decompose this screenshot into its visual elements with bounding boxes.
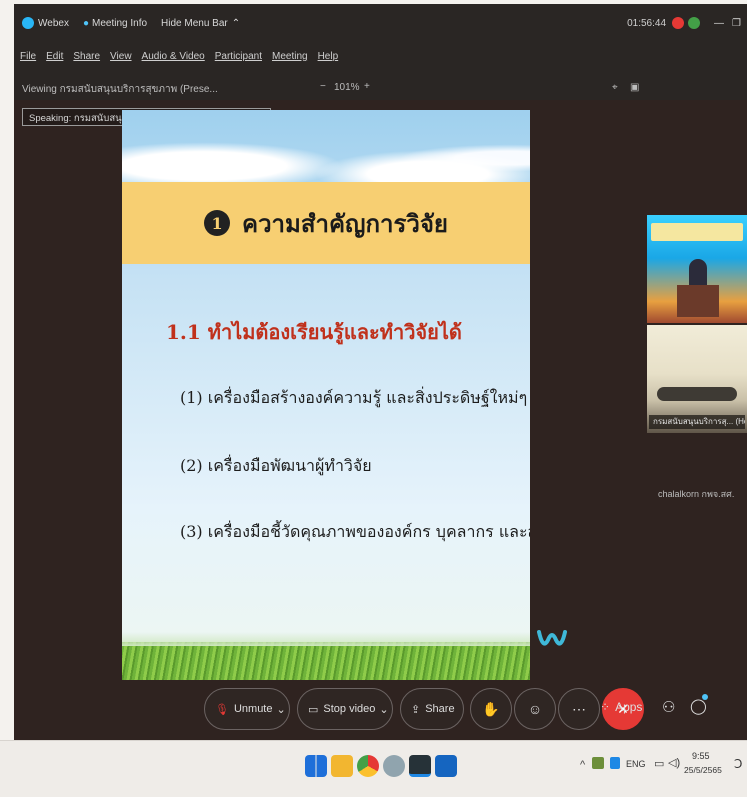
hide-menu-bar-button[interactable]: Hide Menu Bar ⌃	[161, 18, 240, 29]
apps-icon: ⁘	[600, 700, 611, 714]
menu-participant[interactable]: Participant	[215, 51, 262, 62]
menu-edit[interactable]: Edit	[46, 51, 63, 62]
menu-file[interactable]: File	[20, 51, 36, 62]
slide-point-3: (3) เครื่องมือชี้วัดคุณภาพขององค์กร บุคล…	[180, 522, 530, 541]
chat-button[interactable]: ◯	[690, 694, 708, 715]
chevron-up-icon: ⌃	[231, 17, 241, 29]
minimize-icon[interactable]: —	[714, 18, 724, 29]
unmute-label: Unmute	[233, 703, 273, 715]
stop-video-label: Stop video	[323, 703, 376, 715]
connection-icon	[688, 17, 701, 29]
restore-icon[interactable]: ❐	[732, 18, 741, 29]
windows-start-icon[interactable]	[305, 755, 327, 777]
reactions-button[interactable]: ✋	[470, 688, 512, 730]
smile-icon: ☺	[527, 701, 543, 717]
windows-taskbar: ^ ENG ▭ ◁) 9:55 25/5/2565 Ↄ	[0, 740, 747, 797]
participant-name-3: chalalkorn กพจ.สศ.	[658, 489, 735, 499]
zoom-out-button[interactable]: −	[320, 81, 326, 92]
webex-app[interactable]: Webex	[22, 17, 69, 29]
participant-name-2-label: กรมสนับสนุนบริการสุ... (Host)	[653, 417, 745, 426]
webex-watermark-icon	[537, 630, 567, 646]
microphone-muted-icon: 🎙	[215, 703, 229, 716]
notifications-icon[interactable]: Ↄ	[734, 757, 742, 771]
person-icon: ⚇	[662, 699, 676, 716]
participant-video-2[interactable]: กรมสนับสนุนบริการสุ... (Host)	[647, 325, 747, 433]
chevron-up-icon[interactable]: ^	[580, 759, 585, 771]
chevron-down-icon: ⌄	[276, 703, 286, 716]
share-button[interactable]: ⇪ Share	[400, 688, 464, 730]
volume-icon[interactable]: ◁)	[668, 756, 680, 769]
input-language[interactable]: ENG	[626, 759, 646, 769]
meeting-controls: 🎙 Unmute ⌄ ▭ Stop video ⌄ ⇪ Share ✋ ☺ ⋯ …	[14, 688, 747, 740]
grass-decoration	[122, 632, 530, 680]
hand-icon: ✋	[482, 700, 500, 717]
camera-icon: ▭	[308, 703, 319, 716]
webex-logo-icon	[22, 17, 34, 29]
notification-dot-icon	[702, 694, 708, 700]
unmute-button[interactable]: 🎙 Unmute ⌄	[204, 688, 290, 730]
zoom-in-button[interactable]: +	[364, 81, 370, 92]
title-bar: Webex ● Meeting Info Hide Menu Bar ⌃ 01:…	[14, 4, 747, 42]
layout-grid-icon[interactable]: ▣	[630, 82, 639, 93]
app-name: Webex	[38, 17, 69, 29]
clock-date[interactable]: 25/5/2565	[684, 765, 722, 775]
hide-menu-bar-label: Hide Menu Bar	[161, 17, 228, 29]
outlook-icon[interactable]	[435, 755, 457, 777]
meeting-timer: 01:56:44	[627, 17, 667, 29]
chat-icon: ◯	[690, 698, 707, 715]
menu-share[interactable]: Share	[73, 51, 100, 62]
menu-view[interactable]: View	[110, 51, 132, 62]
chrome-icon[interactable]	[357, 755, 379, 777]
meeting-info-button[interactable]: ● Meeting Info	[83, 18, 147, 29]
podium	[677, 285, 719, 317]
video-banner	[651, 223, 743, 241]
chevron-down-icon: ⌄	[379, 703, 389, 716]
participant-name-2: กรมสนับสนุนบริการสุ... (Host)	[649, 415, 745, 429]
sky-clouds	[122, 110, 530, 190]
apps-button-visible[interactable]: ⁘ Apps	[600, 700, 642, 714]
slide-point-2: (2) เครื่องมือพัฒนาผู้ทำวิจัย	[180, 456, 372, 475]
viewing-label: Viewing กรมสนับสนุนบริการสุขภาพ (Prese..…	[22, 84, 218, 95]
recording-icon	[672, 17, 685, 29]
stop-video-button[interactable]: ▭ Stop video ⌄	[297, 688, 393, 730]
participants-panel-button[interactable]: ⚇	[662, 698, 675, 716]
shared-slide[interactable]: 1 ความสำคัญการวิจัย 1.1 ทำไมต้องเรียนรู้…	[122, 110, 530, 680]
menu-bar: File Edit Share View Audio & Video Parti…	[14, 42, 747, 70]
slide-title: ความสำคัญการวิจัย	[242, 208, 448, 238]
apps-label: Apps	[615, 700, 643, 714]
share-label: Share	[425, 703, 455, 715]
slide-title-banner: 1 ความสำคัญการวิจัย	[122, 182, 530, 264]
menu-meeting[interactable]: Meeting	[272, 51, 308, 62]
tray-bluetooth-icon[interactable]	[610, 757, 620, 769]
slide-subtitle: 1.1 ทำไมต้องเรียนรู้และทำวิจัยได้	[166, 320, 462, 344]
clock-time[interactable]: 9:55	[692, 751, 710, 761]
conference-table	[657, 387, 737, 401]
zoom-level: 101%	[334, 82, 360, 93]
settings-icon[interactable]	[383, 755, 405, 777]
more-options-button[interactable]: ⋯	[558, 688, 600, 730]
tray-app-icon[interactable]	[592, 757, 604, 769]
share-icon: ⇪	[411, 703, 421, 716]
slide-number-badge: 1	[204, 210, 231, 236]
network-icon[interactable]: ▭	[654, 757, 664, 770]
menu-help[interactable]: Help	[318, 51, 339, 62]
meeting-info-label: Meeting Info	[92, 17, 148, 29]
file-explorer-icon[interactable]	[331, 755, 353, 777]
screen: Webex ● Meeting Info Hide Menu Bar ⌃ 01:…	[0, 0, 747, 797]
more-icon: ⋯	[572, 700, 586, 717]
slide-point-1: (1) เครื่องมือสร้างองค์ความรู้ และสิ่งปร…	[180, 388, 528, 407]
emoji-button[interactable]: ☺	[514, 688, 556, 730]
info-icon: ●	[82, 17, 89, 29]
menu-audio-video[interactable]: Audio & Video	[142, 51, 205, 62]
participant-video-1[interactable]	[647, 215, 747, 323]
layout-icon[interactable]: ⌖	[612, 82, 618, 93]
webex-taskbar-icon[interactable]	[409, 755, 431, 777]
